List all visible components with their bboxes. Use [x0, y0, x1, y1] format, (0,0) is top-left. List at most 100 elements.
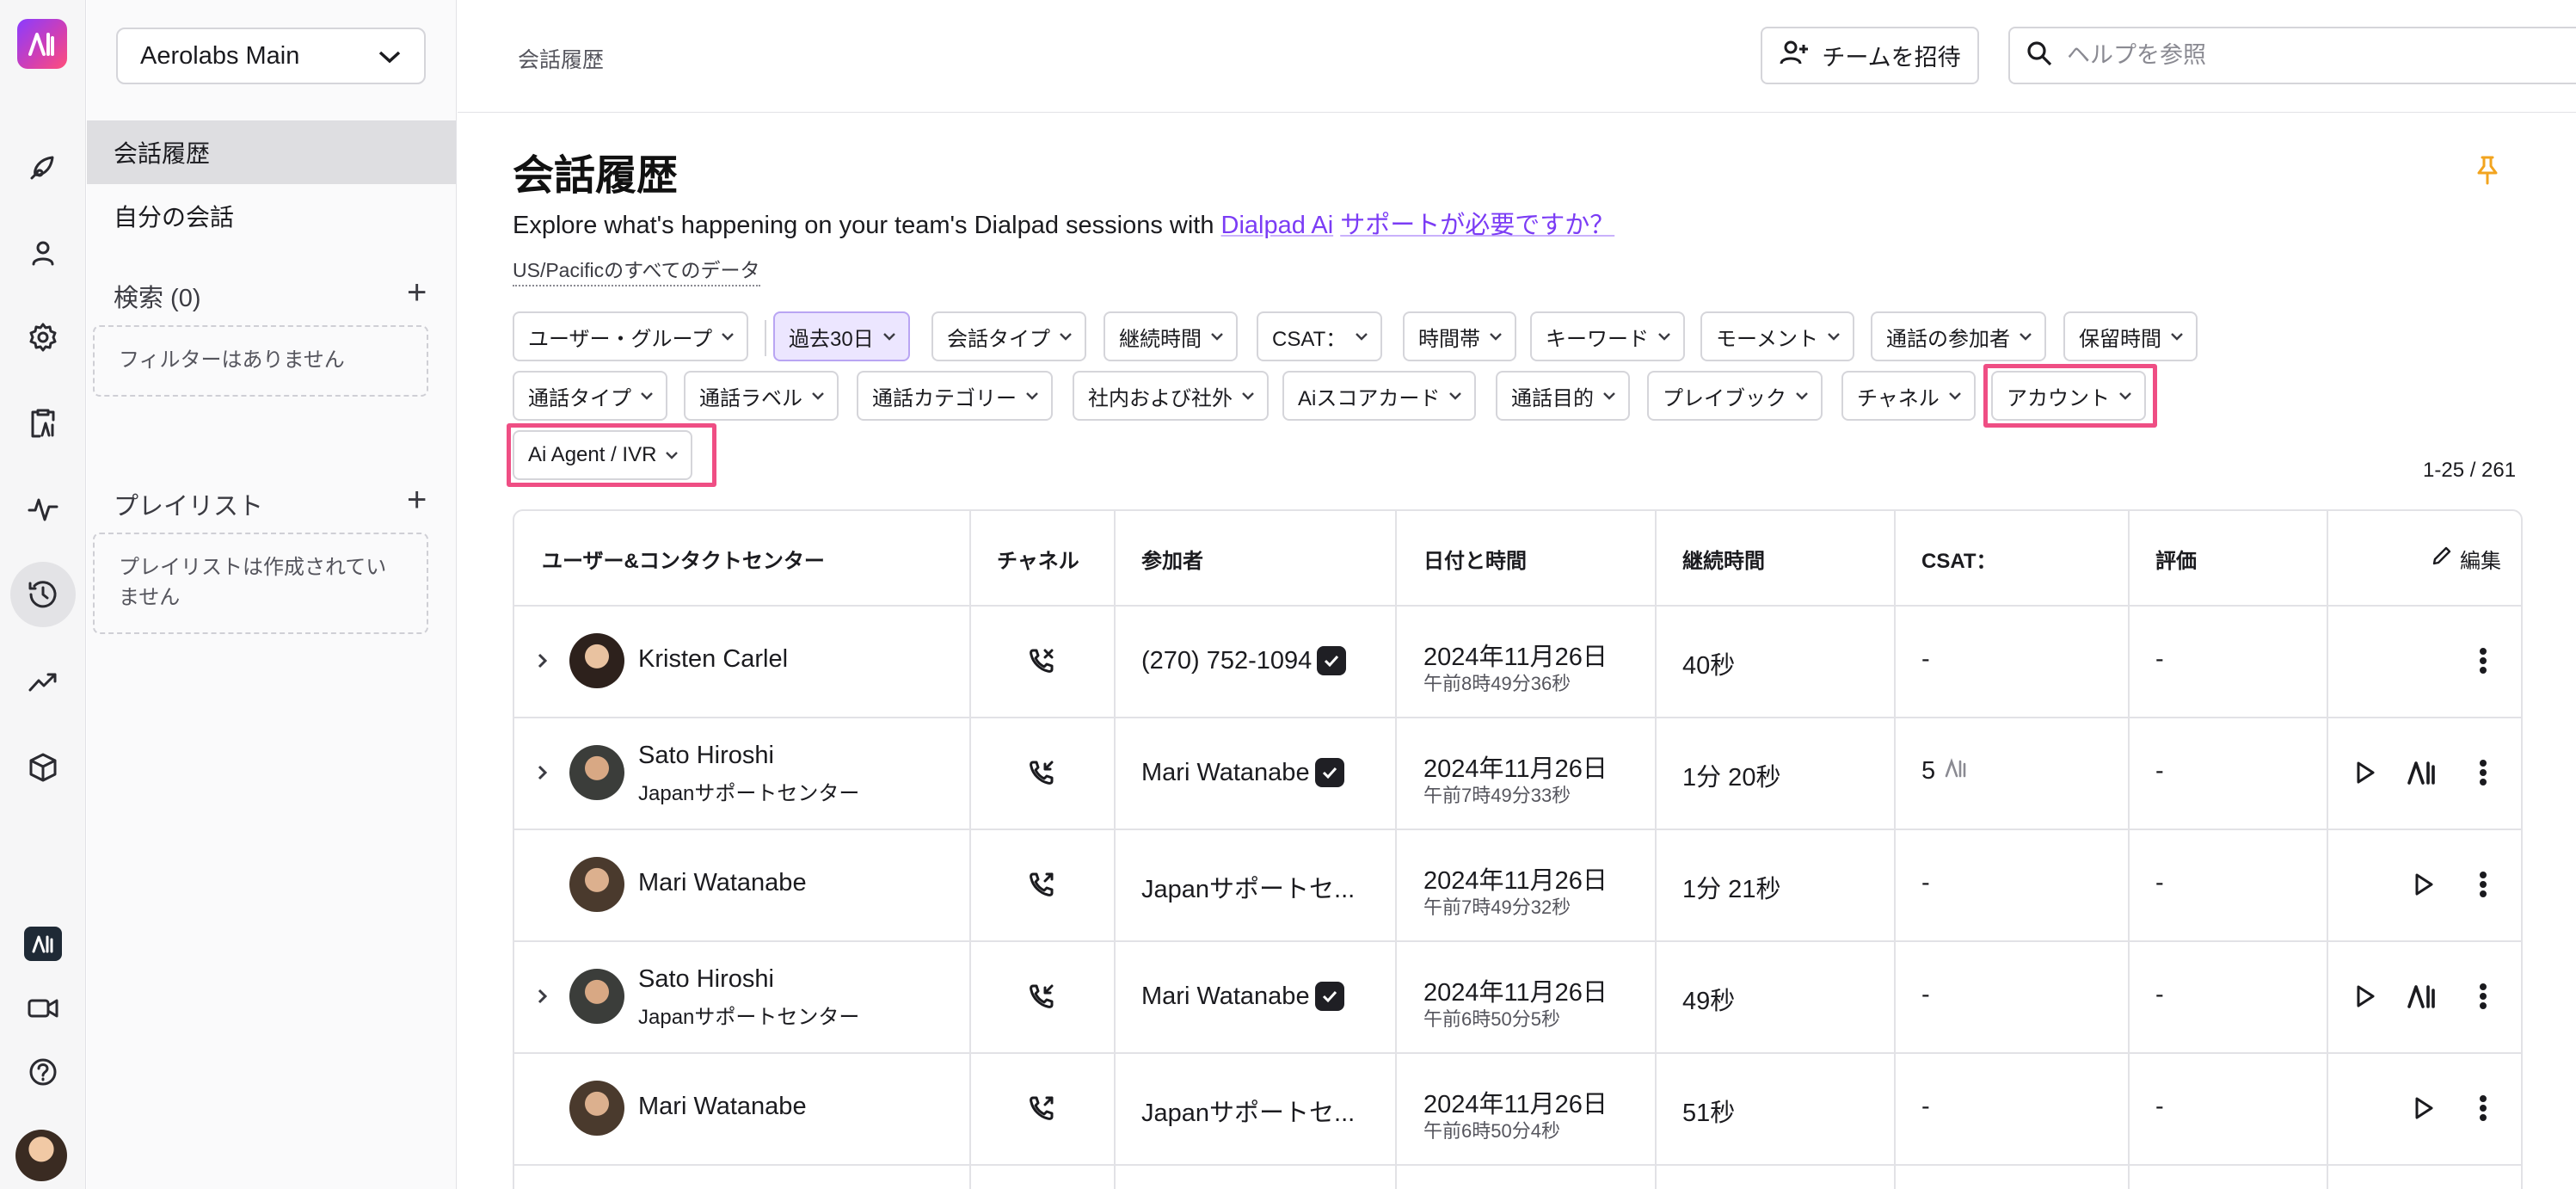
- workspace-select[interactable]: Aerolabs Main: [116, 28, 426, 84]
- row-divider: [514, 1052, 2521, 1054]
- filter-ai-scorecard[interactable]: Aiスコアカード: [1282, 371, 1477, 421]
- add-search-icon[interactable]: +: [407, 275, 427, 310]
- duration: 40秒: [1682, 652, 1736, 680]
- dialpad-ai-brand-icon[interactable]: [24, 927, 62, 961]
- side-panel: Aerolabs Main 会話履歴 自分の会話 検索 (0) + フィルターは…: [87, 0, 457, 1189]
- user-name[interactable]: Mari Watanabe: [638, 869, 807, 897]
- filter-label: 継続時間: [1119, 327, 1202, 351]
- cube-icon[interactable]: [17, 742, 69, 793]
- filter-call-label[interactable]: 通話ラベル: [684, 371, 839, 421]
- playlist-empty-state: プレイリストは作成されていません: [93, 533, 428, 634]
- chevron-down-icon: [1025, 391, 1039, 400]
- user-name[interactable]: Sato Hiroshi: [638, 965, 774, 994]
- more-options-icon[interactable]: [2466, 867, 2500, 902]
- avatar: [569, 1081, 624, 1136]
- filter-label: 通話タイプ: [528, 386, 631, 410]
- filter-playbook[interactable]: プレイブック: [1647, 371, 1823, 421]
- filter-call-category[interactable]: 通話カテゴリー: [857, 371, 1053, 421]
- expand-row-icon[interactable]: [533, 988, 550, 1005]
- history-icon[interactable]: [10, 562, 76, 627]
- call-time: 午前6時50分4秒: [1423, 1120, 1560, 1142]
- user-icon[interactable]: [17, 227, 69, 279]
- filter-keyword[interactable]: キーワード: [1530, 311, 1685, 361]
- more-options-icon[interactable]: [2466, 979, 2500, 1013]
- invite-team-label: チームを招待: [1822, 45, 1961, 71]
- help-search[interactable]: [2008, 27, 2576, 84]
- filter-channel[interactable]: チャネル: [1841, 371, 1976, 421]
- participant[interactable]: Mari Watanabe: [1141, 754, 1344, 792]
- help-icon[interactable]: [17, 1046, 69, 1098]
- filter-call-purpose[interactable]: 通話目的: [1496, 371, 1630, 421]
- result-count: 1-25 / 261: [2423, 459, 2517, 482]
- dialpad-ai-logo[interactable]: [17, 19, 67, 69]
- timezone-link[interactable]: US/Pacificのすべてのデータ: [513, 254, 760, 286]
- gear-icon[interactable]: [17, 311, 69, 363]
- participant[interactable]: Japanサポートセ...: [1141, 869, 1355, 905]
- pin-icon[interactable]: [2475, 155, 2500, 190]
- filter-label: チャネル: [1857, 386, 1940, 410]
- filter-date-range[interactable]: 過去30日: [773, 311, 910, 361]
- nav-item-conversation-history[interactable]: 会話履歴: [87, 120, 456, 184]
- column-divider: [1894, 511, 1896, 1189]
- filter-csat[interactable]: CSAT：: [1257, 311, 1383, 361]
- chevron-down-icon: [378, 42, 402, 71]
- column-header-duration[interactable]: 継続時間: [1682, 511, 1765, 606]
- row-divider: [514, 605, 2521, 607]
- clipboard-ai-icon[interactable]: [17, 397, 69, 449]
- more-options-icon[interactable]: [2466, 755, 2500, 790]
- help-search-input[interactable]: [2067, 42, 2548, 69]
- filter-label: キーワード: [1546, 327, 1649, 351]
- play-icon[interactable]: [2407, 1091, 2441, 1125]
- play-icon[interactable]: [2348, 979, 2382, 1013]
- more-options-icon[interactable]: [2466, 644, 2500, 678]
- filter-conversation-type[interactable]: 会話タイプ: [931, 311, 1086, 361]
- column-header-channel[interactable]: チャネル: [997, 511, 1079, 606]
- more-options-icon[interactable]: [2466, 1091, 2500, 1125]
- chevron-down-icon: [1448, 391, 1462, 400]
- csat-value: 5: [1921, 757, 1968, 785]
- trending-up-icon[interactable]: [17, 656, 69, 707]
- column-header-csat[interactable]: CSAT：: [1921, 511, 1997, 606]
- filter-moment[interactable]: モーメント: [1700, 311, 1855, 361]
- participant-name: (270) 752-1094: [1141, 646, 1313, 675]
- rocket-icon[interactable]: [17, 141, 69, 193]
- filter-duration[interactable]: 継続時間: [1104, 311, 1238, 361]
- filter-user-group[interactable]: ユーザー・グループ: [513, 311, 749, 361]
- expand-row-icon[interactable]: [533, 764, 550, 781]
- participant[interactable]: (270) 752-1094: [1141, 642, 1347, 680]
- participant[interactable]: Japanサポートセ...: [1141, 1093, 1355, 1129]
- dialpad-ai-link[interactable]: Dialpad Ai: [1221, 212, 1334, 239]
- filter-internal-external[interactable]: 社内および社外: [1073, 371, 1269, 421]
- column-header-datetime[interactable]: 日付と時間: [1423, 511, 1527, 606]
- filter-call-participant[interactable]: 通話の参加者: [1871, 311, 2046, 361]
- csat-score: 5: [1921, 757, 1936, 785]
- user-name[interactable]: Mari Watanabe: [638, 1093, 807, 1121]
- column-header-user[interactable]: ユーザー&コンタクトセンター: [542, 511, 825, 606]
- user-name[interactable]: Sato Hiroshi: [638, 742, 774, 770]
- column-header-rating[interactable]: 評価: [2155, 511, 2197, 606]
- edit-columns-button[interactable]: 編集: [2431, 511, 2501, 606]
- dialpad-ai-icon[interactable]: [2405, 755, 2439, 790]
- expand-row-icon[interactable]: [533, 652, 550, 669]
- activity-icon[interactable]: [17, 484, 69, 535]
- dialpad-ai-icon[interactable]: [2405, 979, 2439, 1013]
- column-divider: [1114, 511, 1116, 1189]
- add-playlist-icon[interactable]: +: [407, 483, 427, 517]
- user-name[interactable]: Kristen Carlel: [638, 645, 788, 674]
- nav-item-my-conversations[interactable]: 自分の会話: [87, 184, 456, 248]
- search-empty-state: フィルターはありません: [93, 325, 428, 397]
- call-time: 午前6時50分5秒: [1423, 1008, 1560, 1030]
- filter-call-type[interactable]: 通話タイプ: [513, 371, 667, 421]
- filter-time-of-day[interactable]: 時間帯: [1403, 311, 1516, 361]
- invite-team-button[interactable]: チームを招待: [1761, 27, 1979, 84]
- search-section-title: 検索 (0): [114, 285, 201, 312]
- play-icon[interactable]: [2407, 867, 2441, 902]
- participant[interactable]: Mari Watanabe: [1141, 977, 1344, 1015]
- play-icon[interactable]: [2348, 755, 2382, 790]
- profile-avatar[interactable]: [15, 1130, 67, 1181]
- column-header-participant[interactable]: 参加者: [1141, 511, 1203, 606]
- video-icon[interactable]: [17, 983, 69, 1034]
- support-link[interactable]: サポートが必要ですか？: [1340, 212, 1614, 239]
- filter-hold-time[interactable]: 保留時間: [2063, 311, 2198, 361]
- chevron-down-icon: [1355, 332, 1368, 341]
